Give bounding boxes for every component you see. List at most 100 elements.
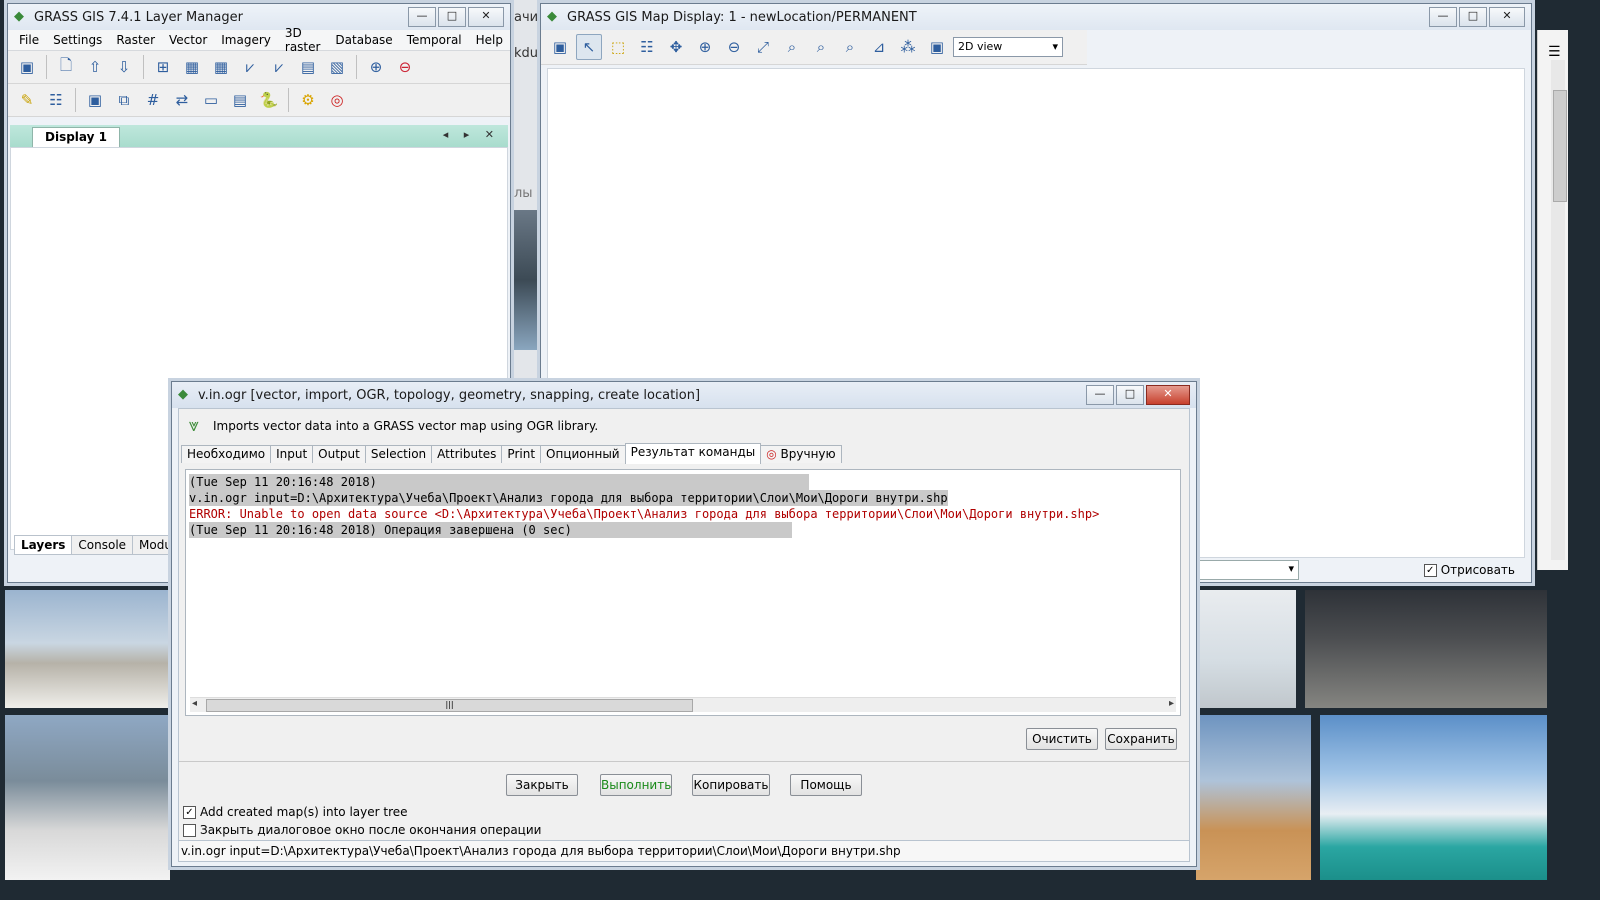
- zoom-extent-icon[interactable]: ⤢: [750, 34, 776, 60]
- clear-button[interactable]: Очистить: [1026, 728, 1098, 750]
- edit-pencil-icon[interactable]: ✎: [14, 87, 40, 113]
- tab-required[interactable]: Необходимо: [181, 445, 272, 463]
- minimize-button[interactable]: —: [1086, 385, 1114, 405]
- tab-output[interactable]: Output: [312, 445, 366, 463]
- horizontal-scrollbar[interactable]: ◂ ||| ▸: [190, 697, 1176, 712]
- tab-layers[interactable]: Layers: [14, 535, 72, 555]
- zoom-back-icon[interactable]: ⌕: [808, 34, 834, 60]
- tab-input[interactable]: Input: [270, 445, 314, 463]
- select-icon[interactable]: ⬚: [605, 34, 631, 60]
- command-output-panel[interactable]: (Tue Sep 11 20:16:48 2018) v.in.ogr inpu…: [185, 469, 1181, 716]
- dialog-titlebar[interactable]: ◆ v.in.ogr [vector, import, OGR, topolog…: [172, 382, 1196, 408]
- close-dialog-button[interactable]: Закрыть: [506, 774, 578, 796]
- map-display-titlebar[interactable]: ◆ GRASS GIS Map Display: 1 - newLocation…: [541, 4, 1531, 30]
- close-after-checkbox[interactable]: [183, 824, 196, 837]
- save-button[interactable]: Сохранить: [1105, 728, 1177, 750]
- add-raster-icon[interactable]: ▦: [179, 54, 205, 80]
- menu-settings[interactable]: Settings: [46, 33, 109, 47]
- close-after-option[interactable]: Закрыть диалоговое окно после окончания …: [183, 823, 541, 837]
- python-icon[interactable]: 🐍: [256, 87, 282, 113]
- psmap-icon[interactable]: ▭: [198, 87, 224, 113]
- add-layer-icon[interactable]: ⊕: [363, 54, 389, 80]
- tab-console[interactable]: Console: [71, 535, 133, 555]
- add-group-icon[interactable]: ▧: [324, 54, 350, 80]
- menu-imagery[interactable]: Imagery: [214, 33, 278, 47]
- scrollbar-thumb[interactable]: |||: [206, 699, 693, 712]
- log-line: (Tue Sep 11 20:16:48 2018) Операция заве…: [189, 522, 792, 538]
- view-mode-select[interactable]: 2D view: [953, 37, 1063, 57]
- render-checkbox[interactable]: ✓: [1423, 563, 1437, 577]
- menu-database[interactable]: Database: [328, 33, 399, 47]
- menu-temporal[interactable]: Temporal: [400, 33, 469, 47]
- query-icon[interactable]: ☷: [634, 34, 660, 60]
- background-photo: [5, 715, 170, 880]
- add-vector-misc-icon[interactable]: ⩗: [266, 54, 292, 80]
- menu-raster[interactable]: Raster: [109, 33, 162, 47]
- help-lifebuoy-icon[interactable]: ◎: [324, 87, 350, 113]
- tab-selection[interactable]: Selection: [364, 445, 433, 463]
- menu-help[interactable]: Help: [469, 33, 510, 47]
- maximize-button[interactable]: □: [1459, 7, 1487, 27]
- overlay-icon[interactable]: ⁂: [895, 34, 921, 60]
- tab-print[interactable]: Print: [501, 445, 542, 463]
- help-button[interactable]: Помощь: [790, 774, 862, 796]
- bottom-tabs: Layers Console Modules: [14, 535, 196, 555]
- close-button[interactable]: ✕: [468, 7, 504, 27]
- background-scrollbar-thumb[interactable]: [1553, 90, 1567, 202]
- add-raster-misc-icon[interactable]: ▦: [208, 54, 234, 80]
- import-icon[interactable]: ▣: [82, 87, 108, 113]
- tab-manual-label: Вручную: [780, 447, 836, 461]
- run-button[interactable]: Выполнить: [600, 774, 672, 796]
- close-button[interactable]: ✕: [1146, 385, 1190, 405]
- open-workspace-icon[interactable]: ⇧: [82, 54, 108, 80]
- menu-file[interactable]: File: [12, 33, 46, 47]
- attribute-table-icon[interactable]: ☷: [43, 87, 69, 113]
- add-vector-icon[interactable]: ⩗: [237, 54, 263, 80]
- gmodeler-icon[interactable]: ▤: [227, 87, 253, 113]
- new-display-icon[interactable]: ▣: [14, 54, 40, 80]
- remove-layer-icon[interactable]: ⊖: [392, 54, 418, 80]
- save-image-icon[interactable]: ▣: [924, 34, 950, 60]
- add-overlay-icon[interactable]: ▤: [295, 54, 321, 80]
- minimize-button[interactable]: —: [1429, 7, 1457, 27]
- tab-optional[interactable]: Опционный: [540, 445, 626, 463]
- window-title: GRASS GIS 7.4.1 Layer Manager: [34, 9, 243, 25]
- modeler-icon[interactable]: ⧉: [111, 87, 137, 113]
- zoom-in-icon[interactable]: ⊕: [692, 34, 718, 60]
- notebook-nav-icons[interactable]: ◂ ▸ ✕: [443, 128, 500, 141]
- add-to-tree-option[interactable]: ✓ Add created map(s) into layer tree: [183, 805, 408, 819]
- grass-logo-icon: ◆: [547, 9, 557, 24]
- menu-vector[interactable]: Vector: [162, 33, 214, 47]
- display-map-icon[interactable]: ▣: [547, 34, 573, 60]
- background-photo: [512, 210, 540, 350]
- tab-display-1[interactable]: Display 1: [32, 127, 120, 147]
- maximize-button[interactable]: □: [438, 7, 466, 27]
- add-map-layers-icon[interactable]: ⊞: [150, 54, 176, 80]
- scroll-right-icon[interactable]: ▸: [1169, 698, 1174, 709]
- tab-attributes[interactable]: Attributes: [431, 445, 503, 463]
- hamburger-icon[interactable]: ☰: [1548, 44, 1561, 60]
- maximize-button[interactable]: □: [1116, 385, 1144, 405]
- zoom-region-icon[interactable]: ⌕: [779, 34, 805, 60]
- zoom-out-icon[interactable]: ⊖: [721, 34, 747, 60]
- pointer-icon[interactable]: ↖: [576, 34, 602, 60]
- minimize-button[interactable]: —: [408, 7, 436, 27]
- scroll-left-icon[interactable]: ◂: [192, 698, 197, 709]
- georectify-icon[interactable]: #: [140, 87, 166, 113]
- add-to-tree-label: Add created map(s) into layer tree: [200, 805, 408, 819]
- menu-3d-raster[interactable]: 3D raster: [278, 26, 329, 54]
- background-photo: [1196, 590, 1296, 708]
- zoom-menu-icon[interactable]: ⌕: [837, 34, 863, 60]
- analyze-icon[interactable]: ⊿: [866, 34, 892, 60]
- save-workspace-icon[interactable]: ⇩: [111, 54, 137, 80]
- layer-manager-titlebar[interactable]: ◆ GRASS GIS 7.4.1 Layer Manager — □ ✕: [8, 4, 510, 30]
- close-button[interactable]: ✕: [1489, 7, 1525, 27]
- settings-gear-icon[interactable]: ⚙: [295, 87, 321, 113]
- composer-icon[interactable]: ⇄: [169, 87, 195, 113]
- pan-icon[interactable]: ✥: [663, 34, 689, 60]
- add-to-tree-checkbox[interactable]: ✓: [183, 806, 196, 819]
- new-workspace-icon[interactable]: 🗋: [53, 54, 79, 80]
- tab-manual[interactable]: ◎ Вручную: [760, 445, 842, 463]
- tab-command-output[interactable]: Результат команды: [624, 443, 762, 464]
- copy-button[interactable]: Копировать: [692, 774, 770, 796]
